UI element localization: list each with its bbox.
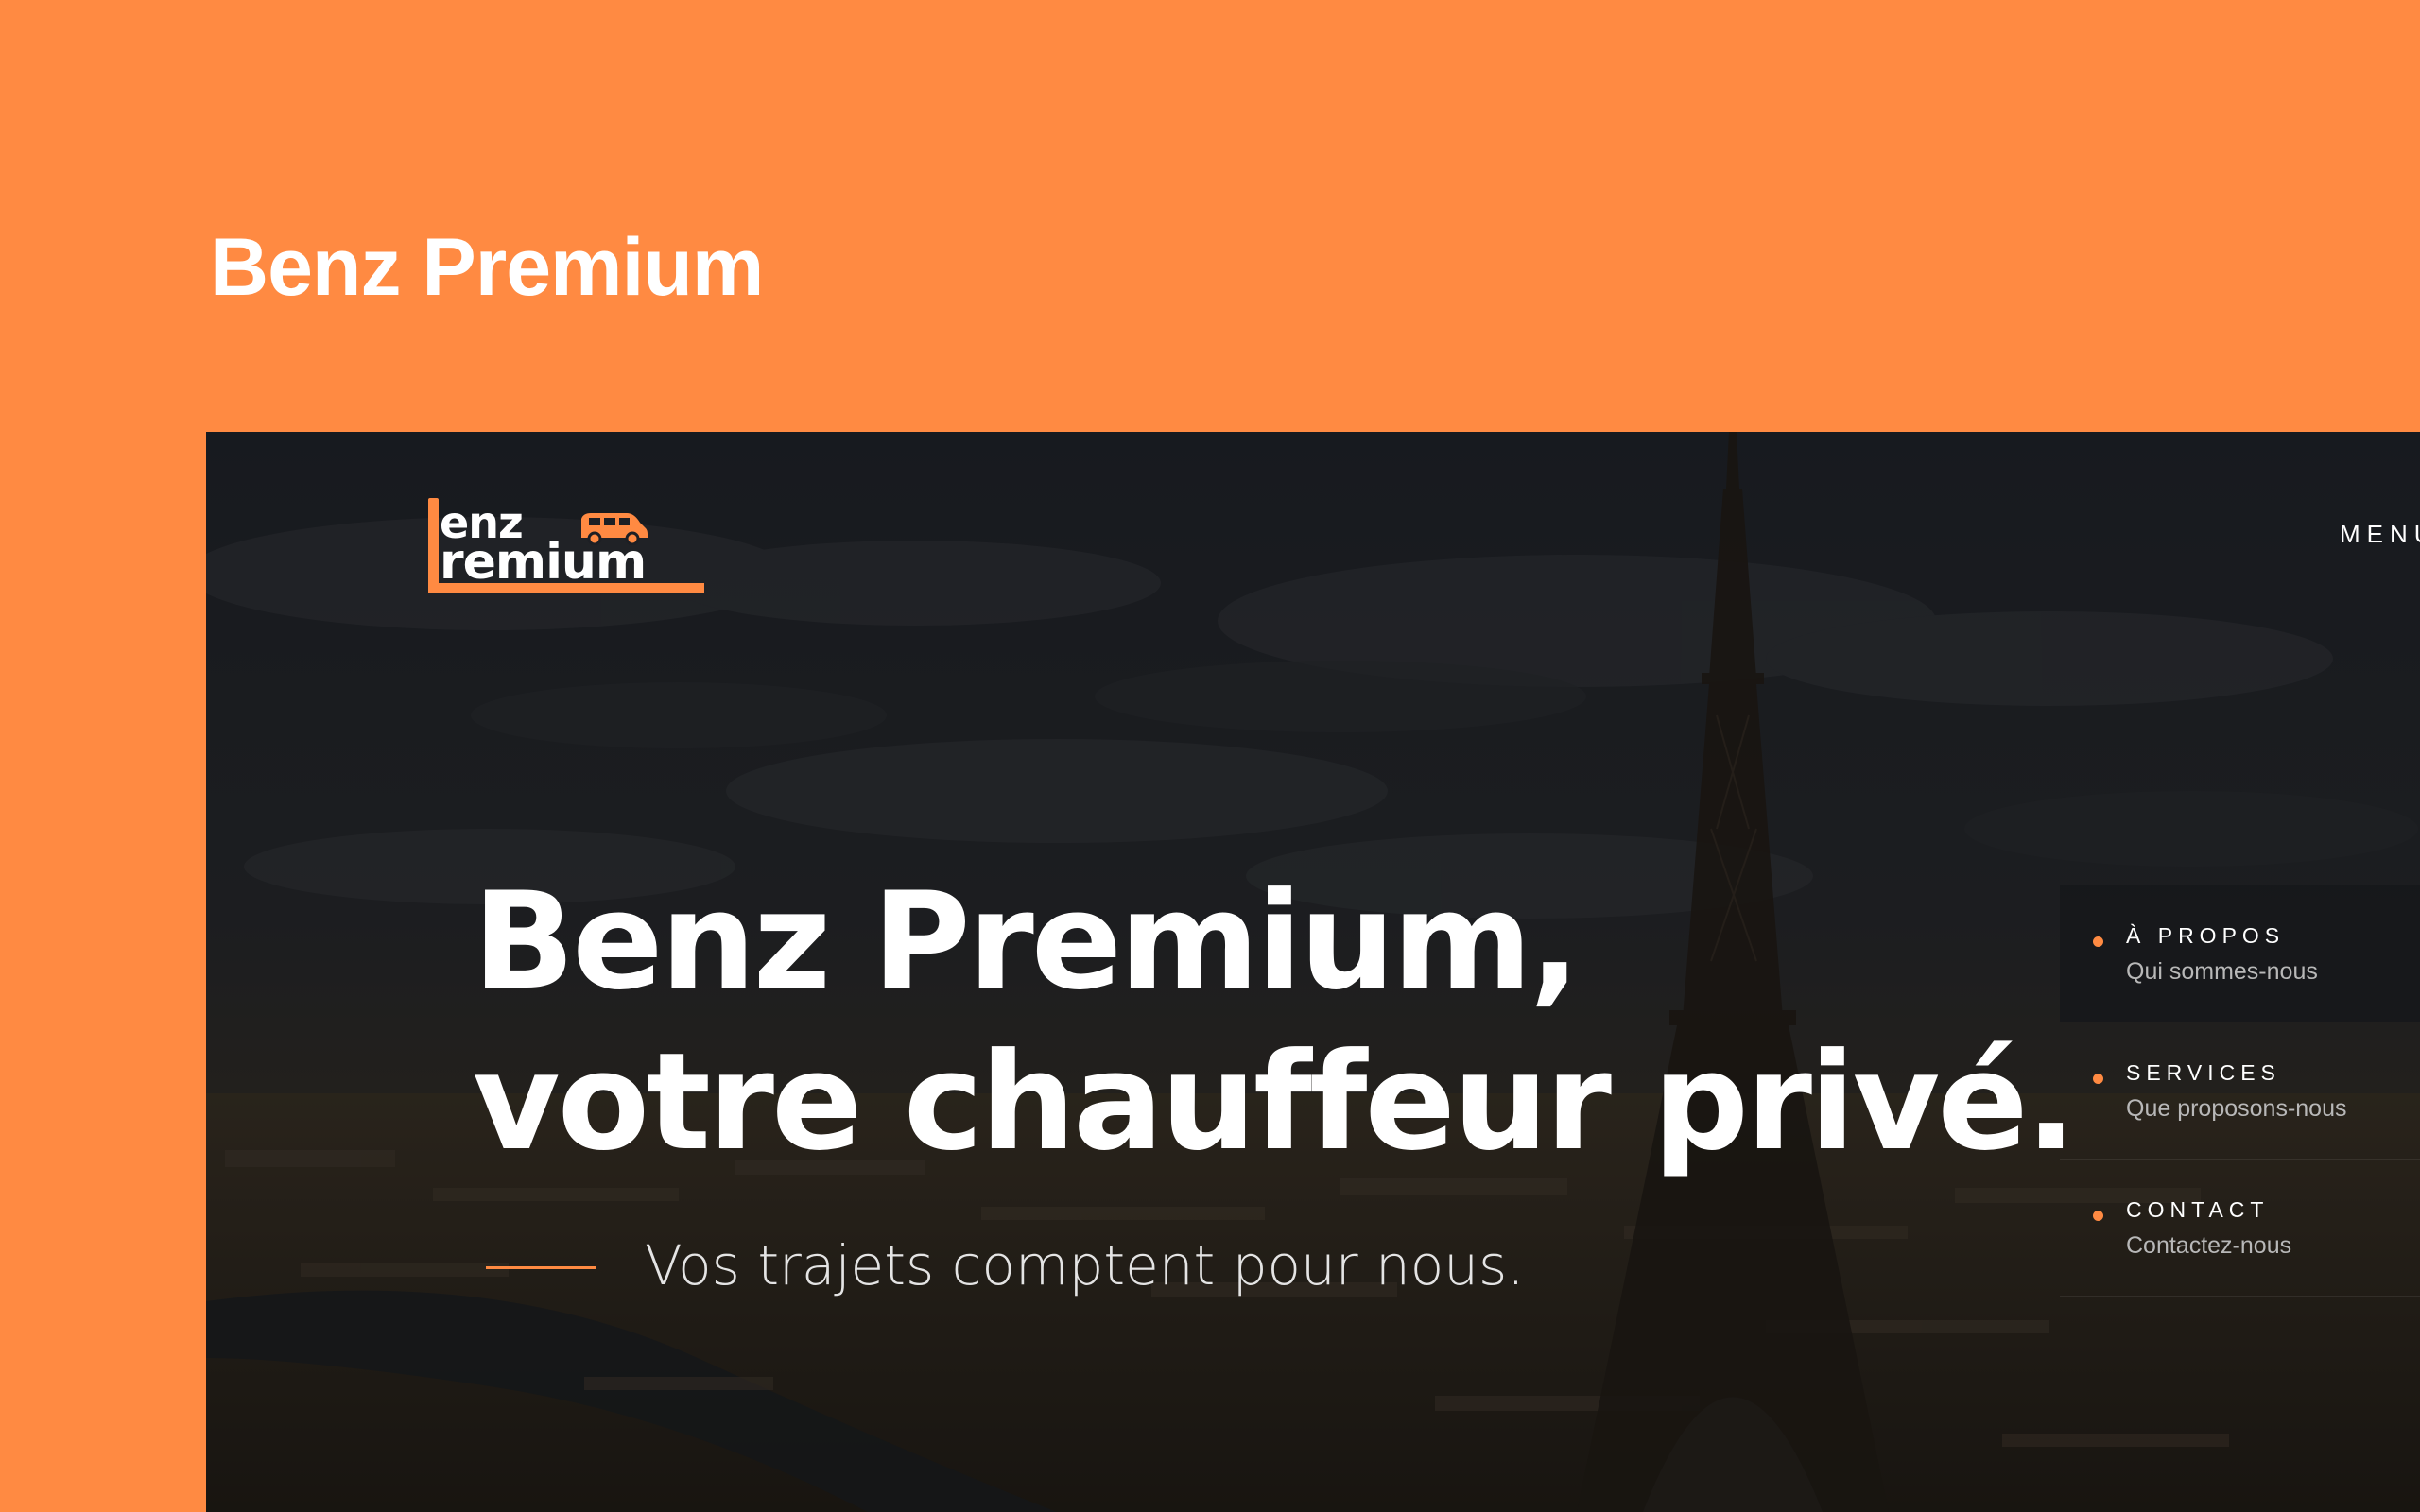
bullet-dot-icon — [2093, 1074, 2103, 1084]
page-title: Benz Premium — [210, 222, 764, 313]
side-nav: À PROPOS Qui sommes-nous SERVICES Que pr… — [2060, 885, 2420, 1297]
menu-button[interactable]: MENU — [2340, 520, 2420, 549]
side-nav-title: SERVICES — [2126, 1060, 2281, 1085]
side-nav-title: À PROPOS — [2126, 923, 2286, 948]
side-nav-subtitle: Contactez-nous — [2126, 1232, 2292, 1259]
side-nav-item-contact[interactable]: CONTACT Contactez-nous — [2060, 1160, 2420, 1297]
brand-logo[interactable]: enz remium — [428, 498, 707, 600]
side-nav-title: CONTACT — [2126, 1197, 2270, 1222]
hero-tagline: Vos trajets comptent pour nous. — [645, 1233, 1525, 1297]
side-nav-subtitle: Que proposons-nous — [2126, 1095, 2347, 1122]
bullet-dot-icon — [2093, 936, 2103, 947]
side-nav-item-services[interactable]: SERVICES Que proposons-nous — [2060, 1022, 2420, 1160]
hero-headline-line1: Benz Premium, — [473, 864, 1581, 1020]
van-icon — [581, 513, 648, 545]
hero-headline-line2: votre chauffeur privé. — [473, 1024, 2077, 1180]
side-nav-subtitle: Qui sommes-nous — [2126, 958, 2318, 985]
side-nav-item-a-propos[interactable]: À PROPOS Qui sommes-nous — [2060, 885, 2420, 1022]
tagline-divider — [486, 1266, 596, 1269]
hero-headline: Benz Premium, votre chauffeur privé. — [473, 862, 2077, 1183]
website-preview: enz remium MENU Benz Premium, votre chau… — [206, 432, 2420, 1512]
bullet-dot-icon — [2093, 1211, 2103, 1221]
